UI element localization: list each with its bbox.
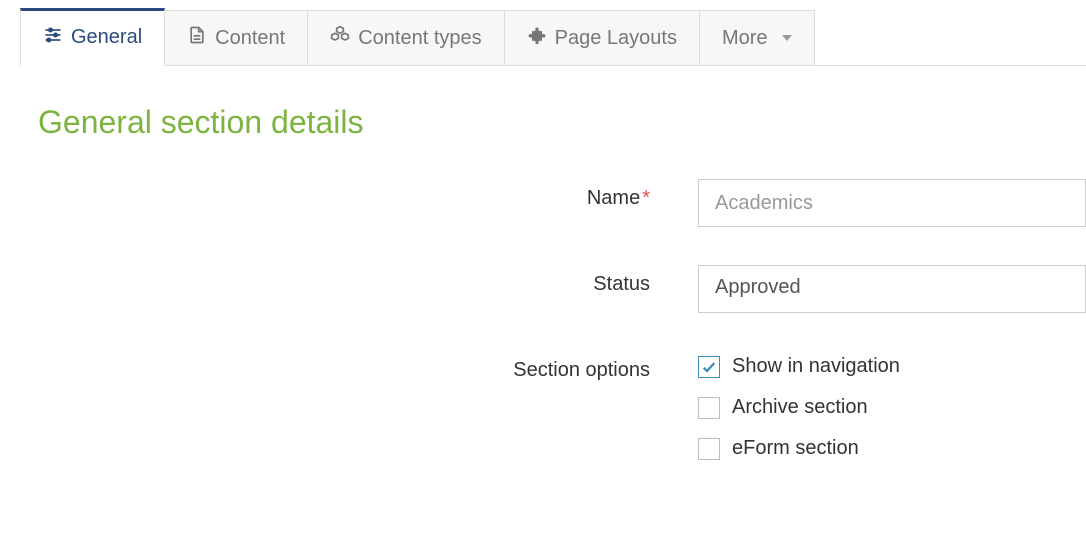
tab-label: More xyxy=(722,27,768,50)
content-panel: General section details Name* Status App… xyxy=(20,66,1086,460)
checkbox-archive[interactable] xyxy=(698,397,720,419)
checkbox-label: eForm section xyxy=(732,437,859,460)
form-row-status: Status Approved xyxy=(38,265,1086,313)
tab-label: Page Layouts xyxy=(555,27,677,50)
tab-label: General xyxy=(71,26,142,49)
status-select[interactable]: Approved xyxy=(698,265,1086,313)
cubes-icon xyxy=(330,25,350,51)
sliders-icon xyxy=(43,25,63,51)
checkbox-group: Show in navigation Archive section eForm… xyxy=(698,351,1086,460)
section-title: General section details xyxy=(38,104,1086,141)
form-row-options: Section options Show in navigation Archi… xyxy=(38,351,1086,460)
checkbox-show-in-nav[interactable] xyxy=(698,356,720,378)
document-icon xyxy=(187,25,207,51)
tab-content-types[interactable]: Content types xyxy=(307,10,504,65)
tab-general[interactable]: General xyxy=(20,8,165,66)
checkbox-row-eform: eForm section xyxy=(698,437,1086,460)
tab-label: Content types xyxy=(358,27,481,50)
options-label: Section options xyxy=(38,351,698,382)
tab-page-layouts[interactable]: Page Layouts xyxy=(504,10,700,65)
name-input[interactable] xyxy=(698,179,1086,227)
caret-down-icon xyxy=(782,35,792,41)
checkbox-eform[interactable] xyxy=(698,438,720,460)
tab-bar: General Content Content types Page Layou… xyxy=(20,10,1086,66)
tab-content[interactable]: Content xyxy=(164,10,308,65)
puzzle-icon xyxy=(527,25,547,51)
checkbox-row-archive: Archive section xyxy=(698,396,1086,419)
checkbox-label: Show in navigation xyxy=(732,355,900,378)
label-text: Name xyxy=(587,187,640,209)
tab-label: Content xyxy=(215,27,285,50)
checkbox-row-show-in-nav: Show in navigation xyxy=(698,355,1086,378)
name-label: Name* xyxy=(38,179,698,210)
required-asterisk: * xyxy=(642,187,650,209)
form-row-name: Name* xyxy=(38,179,1086,227)
tab-more[interactable]: More xyxy=(699,10,815,65)
status-label: Status xyxy=(38,265,698,296)
checkbox-label: Archive section xyxy=(732,396,868,419)
